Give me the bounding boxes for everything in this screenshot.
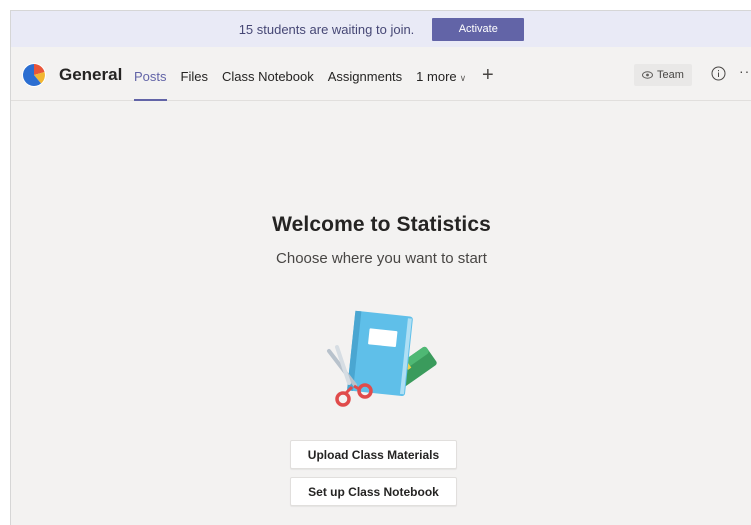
chevron-down-icon: ∨ [459, 73, 467, 83]
channel-tabs: Posts Files Class Notebook Assignments 1… [134, 47, 480, 101]
upload-class-materials-button[interactable]: Upload Class Materials [290, 440, 457, 469]
ellipsis-icon[interactable]: ·· [739, 63, 750, 79]
tab-more-label: 1 more [416, 69, 457, 84]
activate-button[interactable]: Activate [432, 17, 525, 41]
tab-posts[interactable]: Posts [134, 47, 167, 101]
eye-icon [642, 71, 654, 79]
tab-files[interactable]: Files [181, 47, 208, 101]
info-icon[interactable] [711, 66, 726, 81]
welcome-title: Welcome to Statistics [272, 213, 491, 236]
channel-header: General Posts Files Class Notebook Assig… [11, 47, 751, 101]
tab-assignments[interactable]: Assignments [328, 47, 402, 101]
welcome-subtitle: Choose where you want to start [276, 250, 487, 267]
channel-title: General [59, 65, 123, 84]
team-button[interactable]: Team [634, 64, 692, 86]
team-pie-avatar-icon[interactable] [22, 63, 46, 87]
tab-class-notebook[interactable]: Class Notebook [222, 47, 314, 101]
join-requests-banner: 15 students are waiting to join. Activat… [11, 11, 751, 47]
tab-more[interactable]: 1 more ∨ [416, 47, 466, 101]
plus-icon[interactable]: + [482, 64, 494, 87]
banner-message: 15 students are waiting to join. [238, 21, 415, 37]
team-button-label: Team [657, 69, 684, 81]
teams-window: 15 students are waiting to join. Activat… [10, 10, 751, 525]
setup-class-notebook-button[interactable]: Set up Class Notebook [290, 477, 457, 506]
notebook-scissors-pencils-illustration [327, 310, 437, 407]
